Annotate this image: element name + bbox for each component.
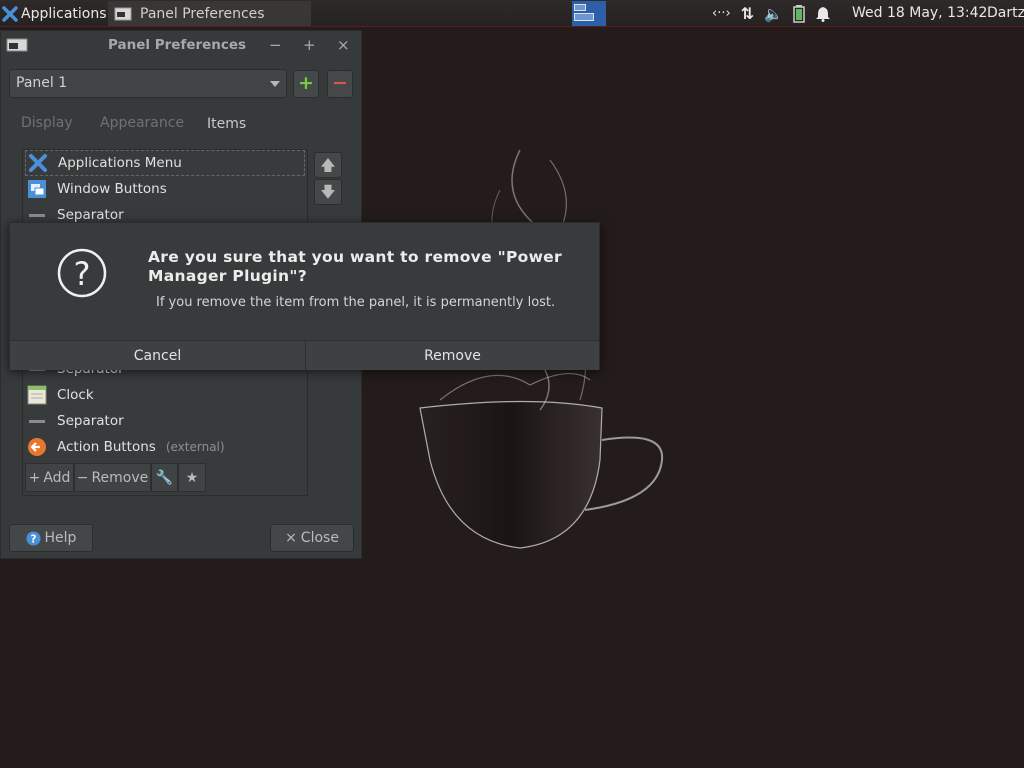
- taskbar-item-label: Panel Preferences: [140, 5, 265, 22]
- list-item-label: Window Buttons: [57, 181, 167, 197]
- network-icon[interactable]: ‹··›: [712, 6, 731, 21]
- list-item[interactable]: Clock: [25, 382, 305, 408]
- remove-panel-button[interactable]: −: [327, 70, 353, 98]
- remove-button[interactable]: Remove: [306, 340, 599, 370]
- user-name[interactable]: Dartz: [987, 5, 1024, 21]
- tab-items[interactable]: Items: [207, 116, 246, 132]
- edit-item-button[interactable]: 🔧: [151, 463, 178, 492]
- items-toolbar: + Add − Remove 🔧 ★: [25, 463, 206, 492]
- svg-text:?: ?: [30, 533, 36, 545]
- list-item-label: Separator: [57, 413, 124, 429]
- move-up-button[interactable]: 🡅: [314, 152, 342, 178]
- help-button[interactable]: ? Help: [9, 524, 93, 552]
- clock[interactable]: Wed 18 May, 13:42: [852, 5, 987, 21]
- confirm-remove-dialog: ? Are you sure that you want to remove "…: [9, 222, 600, 370]
- plus-icon: +: [28, 469, 41, 486]
- list-item[interactable]: Separator: [25, 408, 305, 434]
- list-item-label: Clock: [57, 387, 94, 403]
- dialog-message: If you remove the item from the panel, i…: [156, 295, 556, 310]
- transfer-arrows-icon[interactable]: ⇅: [741, 4, 754, 23]
- list-item-label: Action Buttons: [57, 439, 156, 455]
- add-item-button[interactable]: + Add: [25, 463, 74, 492]
- move-down-button[interactable]: 🡇: [314, 179, 342, 205]
- list-item-label: Applications Menu: [58, 155, 182, 171]
- window-title: Panel Preferences: [108, 37, 247, 53]
- maximize-button[interactable]: +: [303, 36, 316, 54]
- list-item-suffix: (external): [165, 440, 225, 454]
- window-titlebar[interactable]: Panel Preferences − + ×: [1, 31, 361, 61]
- taskbar-item-panel-preferences[interactable]: Panel Preferences: [108, 1, 311, 26]
- applications-label: Applications: [21, 5, 107, 22]
- question-icon: ?: [57, 248, 107, 298]
- about-item-button[interactable]: ★: [178, 463, 206, 492]
- applications-menu-button[interactable]: Applications: [2, 2, 107, 25]
- remove-item-label: Remove: [91, 469, 149, 486]
- workspace-window-2: [574, 13, 594, 21]
- add-panel-button[interactable]: +: [293, 70, 319, 98]
- help-label: Help: [44, 530, 77, 546]
- list-item-label: Separator: [57, 207, 124, 223]
- panel-select-value: Panel 1: [16, 75, 68, 91]
- tab-appearance[interactable]: Appearance: [100, 115, 184, 131]
- list-item[interactable]: Applications Menu: [25, 150, 305, 176]
- minus-icon: −: [76, 469, 89, 486]
- svg-text:?: ?: [74, 255, 91, 293]
- window-menu-icon[interactable]: [6, 37, 28, 53]
- close-icon: ×: [285, 530, 297, 546]
- applications-menu-icon: [2, 5, 18, 22]
- action-buttons-icon: [27, 437, 47, 457]
- window-icon: [114, 7, 132, 20]
- volume-icon[interactable]: 🔈: [764, 5, 783, 23]
- workspace-switcher[interactable]: [572, 1, 606, 26]
- separator-icon: [27, 411, 47, 431]
- remove-item-button[interactable]: − Remove: [74, 463, 151, 492]
- list-item[interactable]: Action Buttons (external): [25, 434, 305, 460]
- star-icon: ★: [185, 469, 199, 486]
- list-item[interactable]: Window Buttons: [25, 176, 305, 202]
- panel-select[interactable]: Panel 1: [9, 69, 287, 98]
- window-buttons-icon: [27, 179, 47, 199]
- tab-display[interactable]: Display: [21, 115, 73, 131]
- cancel-button[interactable]: Cancel: [10, 340, 306, 370]
- top-panel: Applications Panel Preferences ‹··› ⇅ 🔈 …: [0, 0, 1024, 27]
- dialog-title: Are you sure that you want to remove "Po…: [148, 248, 562, 285]
- wrench-icon: 🔧: [155, 469, 174, 486]
- system-tray: ‹··› ⇅ 🔈: [712, 2, 831, 25]
- help-icon: ?: [26, 530, 41, 546]
- close-label: Close: [300, 530, 339, 546]
- notification-bell-icon[interactable]: [815, 6, 831, 22]
- close-window-button[interactable]: ×: [337, 36, 350, 54]
- workspace-window-1: [574, 4, 586, 11]
- add-item-label: Add: [43, 469, 71, 486]
- clock-icon: [27, 385, 47, 405]
- applications-menu-icon: [28, 153, 48, 173]
- close-button[interactable]: × Close: [270, 524, 354, 552]
- minimize-button[interactable]: −: [269, 36, 282, 54]
- chevron-down-icon: [270, 81, 280, 87]
- battery-icon[interactable]: [793, 4, 805, 23]
